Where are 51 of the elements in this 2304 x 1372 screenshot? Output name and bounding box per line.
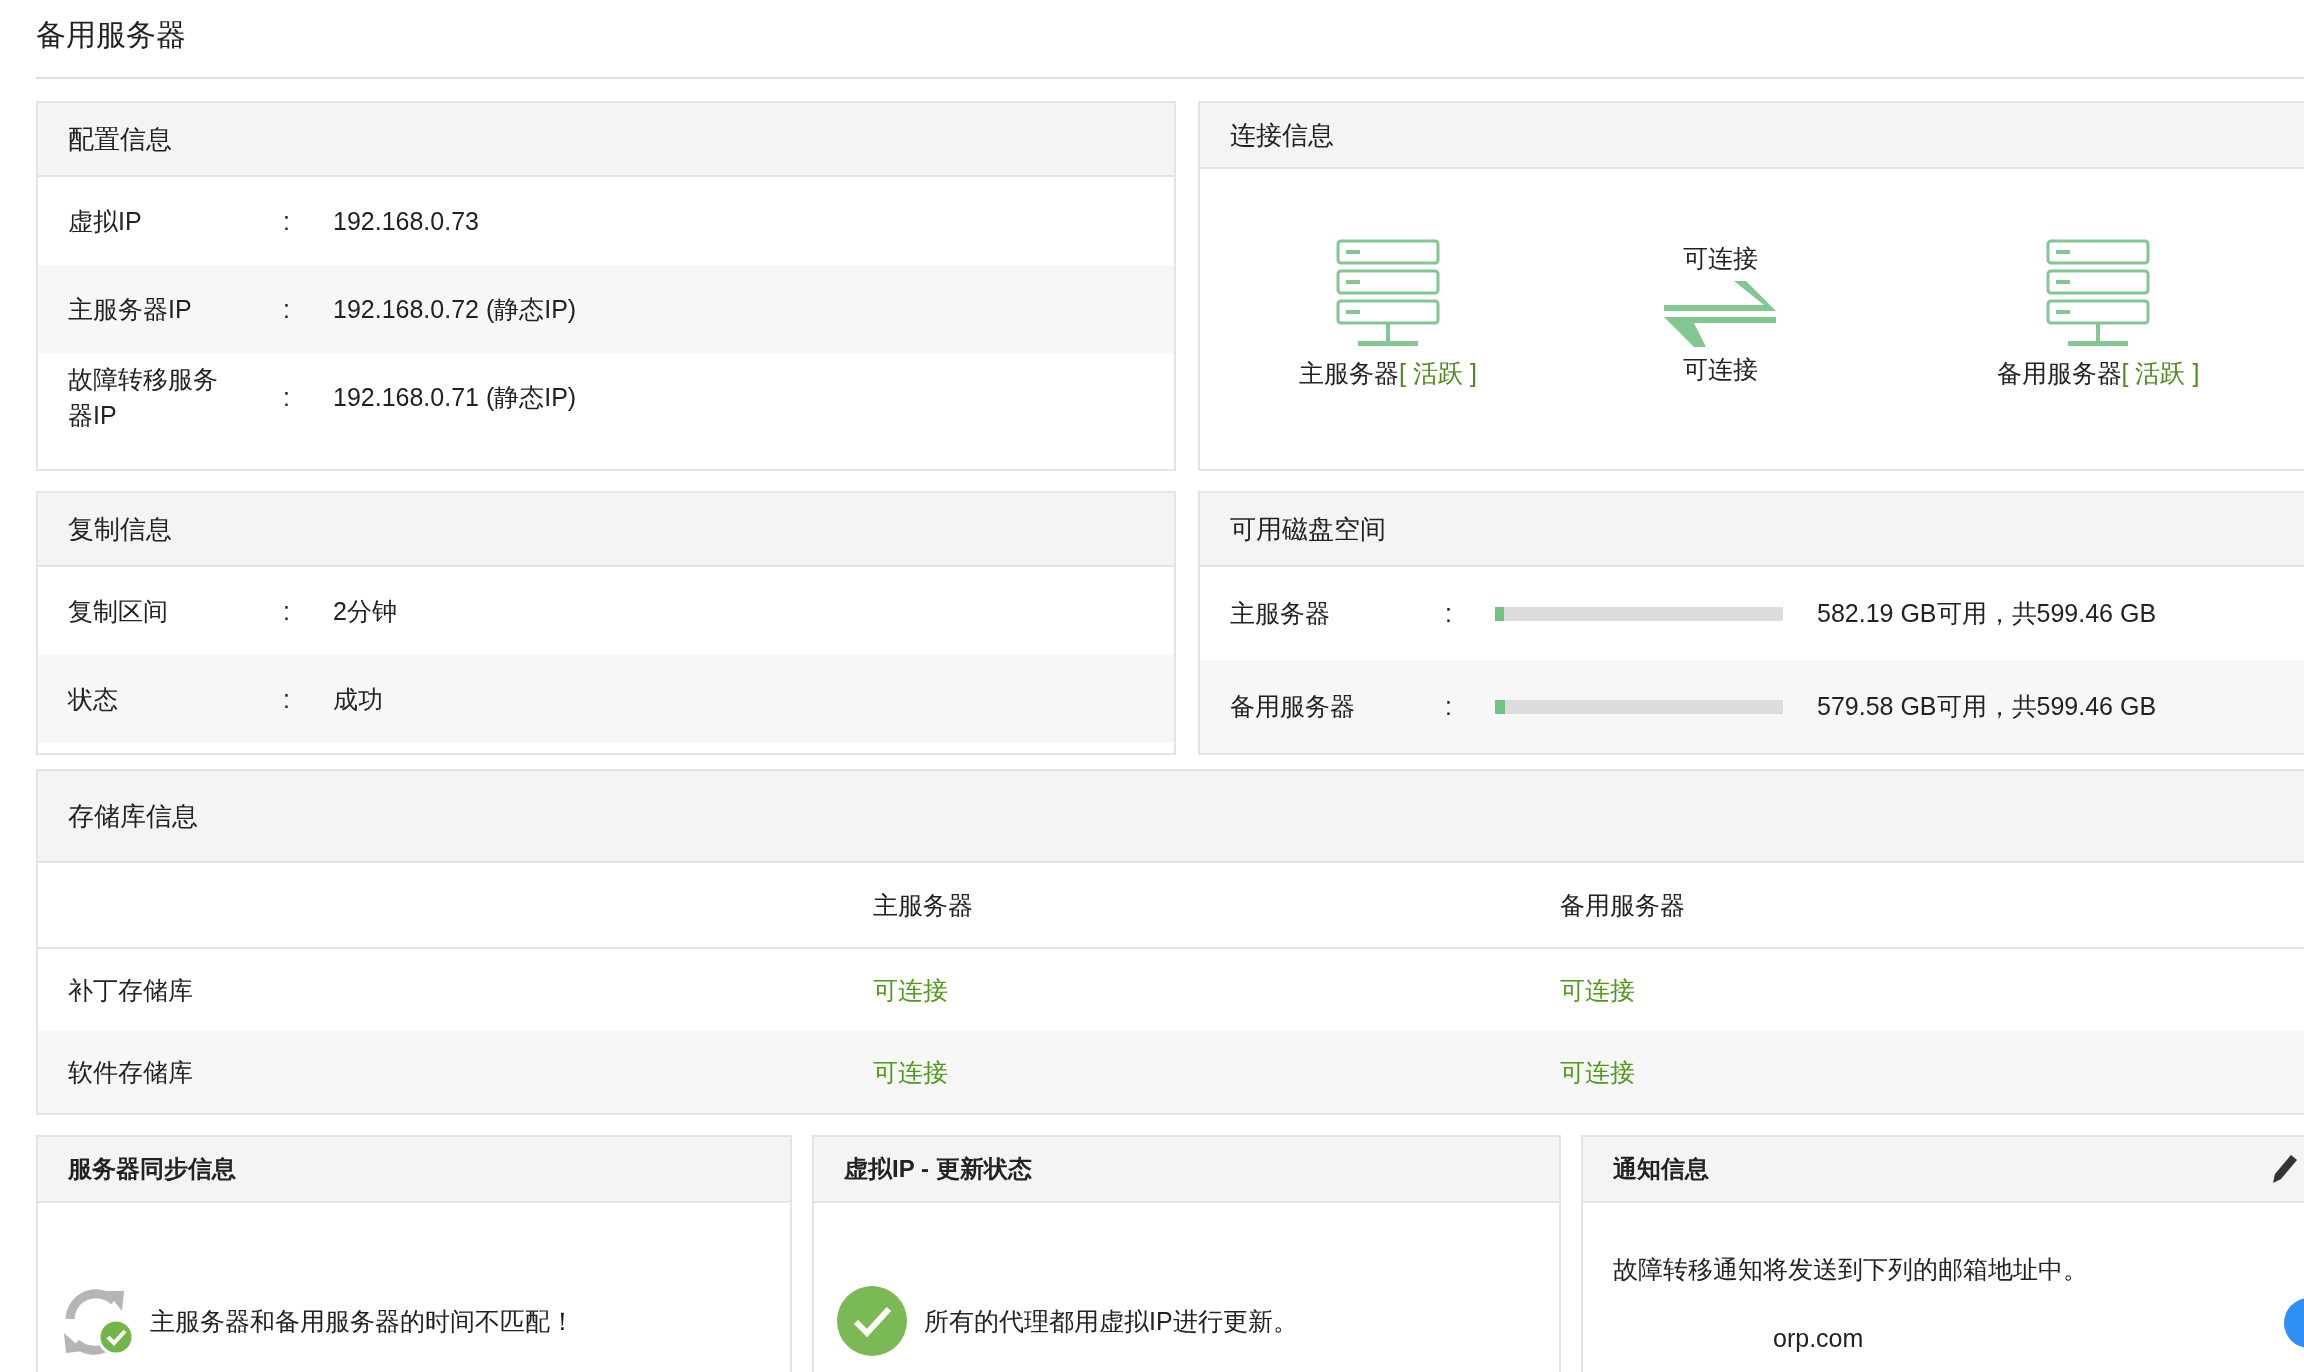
field-label: 故障转移服务器IP (68, 364, 219, 431)
update-message: 所有的代理都用虚拟IP进行更新。 (924, 1305, 1298, 1337)
table-cell-text: 软件存储库 (68, 1056, 194, 1088)
email-address: orp.com (1772, 1324, 1865, 1353)
separator: : (1445, 599, 1453, 628)
panel-title: 连接信息 (1230, 118, 1334, 152)
panel-title: 存储库信息 (68, 799, 198, 833)
table-cell-text: 补丁存储库 (68, 974, 194, 1006)
column-header: 备用服务器 (1560, 889, 1686, 921)
status-link[interactable]: 可连接 (873, 973, 1560, 1007)
notification-message: 故障转移通知将发送到下列的邮箱地址中。 (1613, 1254, 2089, 1285)
panel-title: 配置信息 (68, 122, 172, 156)
link-status: 可连接 (1682, 354, 1758, 385)
check-circle-icon (836, 1285, 908, 1357)
server-icon (1336, 238, 1440, 347)
separator: : (283, 382, 291, 412)
sync-message: 主服务器和备用服务器的时间不匹配！ (150, 1305, 575, 1337)
status-link[interactable]: 可连接 (1560, 1055, 2304, 1089)
field-label: 主服务器 (1230, 598, 1331, 629)
page-title: 备用服务器 (36, 17, 186, 53)
separator: : (283, 596, 291, 626)
disk-reading: 582.19 GB可用，共599.46 GB (1817, 598, 2158, 629)
field-value: 成功 (333, 683, 384, 715)
field-label: 状态 (68, 683, 119, 715)
link-status: 可连接 (1682, 243, 1758, 274)
status-link[interactable]: 可连接 (873, 1055, 1560, 1089)
field-label: 备用服务器 (1230, 691, 1356, 722)
panel-title: 可用磁盘空间 (1230, 512, 1386, 546)
exchange-arrows-icon (1664, 281, 1776, 347)
field-value: 192.168.0.72 (静态IP) (333, 293, 578, 325)
field-value: 2分钟 (333, 595, 398, 627)
status-link[interactable]: 可连接 (1560, 973, 2304, 1007)
pencil-icon[interactable] (2273, 1155, 2297, 1183)
disk-reading: 579.58 GB可用，共599.46 GB (1817, 691, 2158, 722)
separator: : (283, 206, 291, 236)
server-label: 备用服务器[ 活跃 ] (1996, 357, 2200, 389)
column-header: 主服务器 (873, 889, 974, 921)
field-value: 192.168.0.73 (333, 206, 480, 236)
field-label: 主服务器IP (68, 293, 193, 325)
field-label: 虚拟IP (68, 205, 143, 237)
field-value: 192.168.0.71 (静态IP) (333, 381, 578, 413)
separator: : (1445, 692, 1453, 721)
field-label: 复制区间 (68, 595, 169, 627)
panel-title: 服务器同步信息 (68, 1154, 236, 1184)
separator: : (283, 294, 291, 324)
panel-title: 通知信息 (1613, 1154, 1709, 1184)
panel-title: 虚拟IP - 更新状态 (844, 1154, 1032, 1184)
server-label: 主服务器[ 活跃 ] (1299, 357, 1477, 389)
separator: : (283, 684, 291, 714)
server-icon (2046, 238, 2150, 347)
panel-title: 复制信息 (68, 512, 172, 546)
